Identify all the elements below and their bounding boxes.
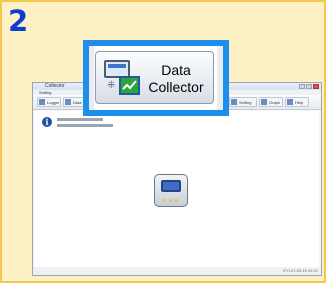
status-text: EYL17-03-19 01:01 <box>283 268 318 273</box>
info-message-line <box>57 118 103 121</box>
window-title: Collector <box>45 83 65 89</box>
window-controls <box>299 84 319 89</box>
step-panel: 2 Collector Setting Logger Data Setting … <box>0 0 326 283</box>
toolbar-help-button[interactable]: Help <box>285 97 309 107</box>
graph-icon <box>261 99 267 105</box>
data-collector-label: Data Collector <box>148 62 204 95</box>
logger-screen <box>161 180 181 192</box>
help-icon <box>287 99 293 105</box>
minimize-icon[interactable] <box>299 84 305 89</box>
maximize-icon[interactable] <box>306 84 312 89</box>
data-icon <box>65 99 71 105</box>
content-area: i <box>35 111 319 267</box>
logger-indicator-lights <box>163 199 178 202</box>
data-logger-device-icon <box>154 174 188 207</box>
connector-icon: ⁜ <box>107 80 116 91</box>
step-number: 2 <box>8 4 29 38</box>
close-icon[interactable] <box>313 84 319 89</box>
zoom-callout: ⁜ Data Collector <box>83 40 229 116</box>
zoomed-toolbar-edge <box>89 46 94 110</box>
setting-icon <box>231 99 237 105</box>
toolbar-setting-button[interactable]: Setting <box>229 97 257 107</box>
data-collector-button[interactable]: ⁜ Data Collector <box>95 51 214 104</box>
graph-check-icon <box>119 76 140 95</box>
toolbar-logger-button[interactable]: Logger <box>37 97 61 107</box>
zoomed-toolbar-edge <box>217 46 223 110</box>
toolbar-data-button[interactable]: Data <box>63 97 85 107</box>
toolbar-graph-button[interactable]: Graph <box>259 97 283 107</box>
logger-icon <box>39 99 45 105</box>
info-message-line <box>57 124 113 127</box>
data-collector-icon: ⁜ <box>104 60 141 96</box>
info-icon: i <box>42 117 52 127</box>
status-bar: EYL17-03-19 01:01 <box>33 267 321 275</box>
